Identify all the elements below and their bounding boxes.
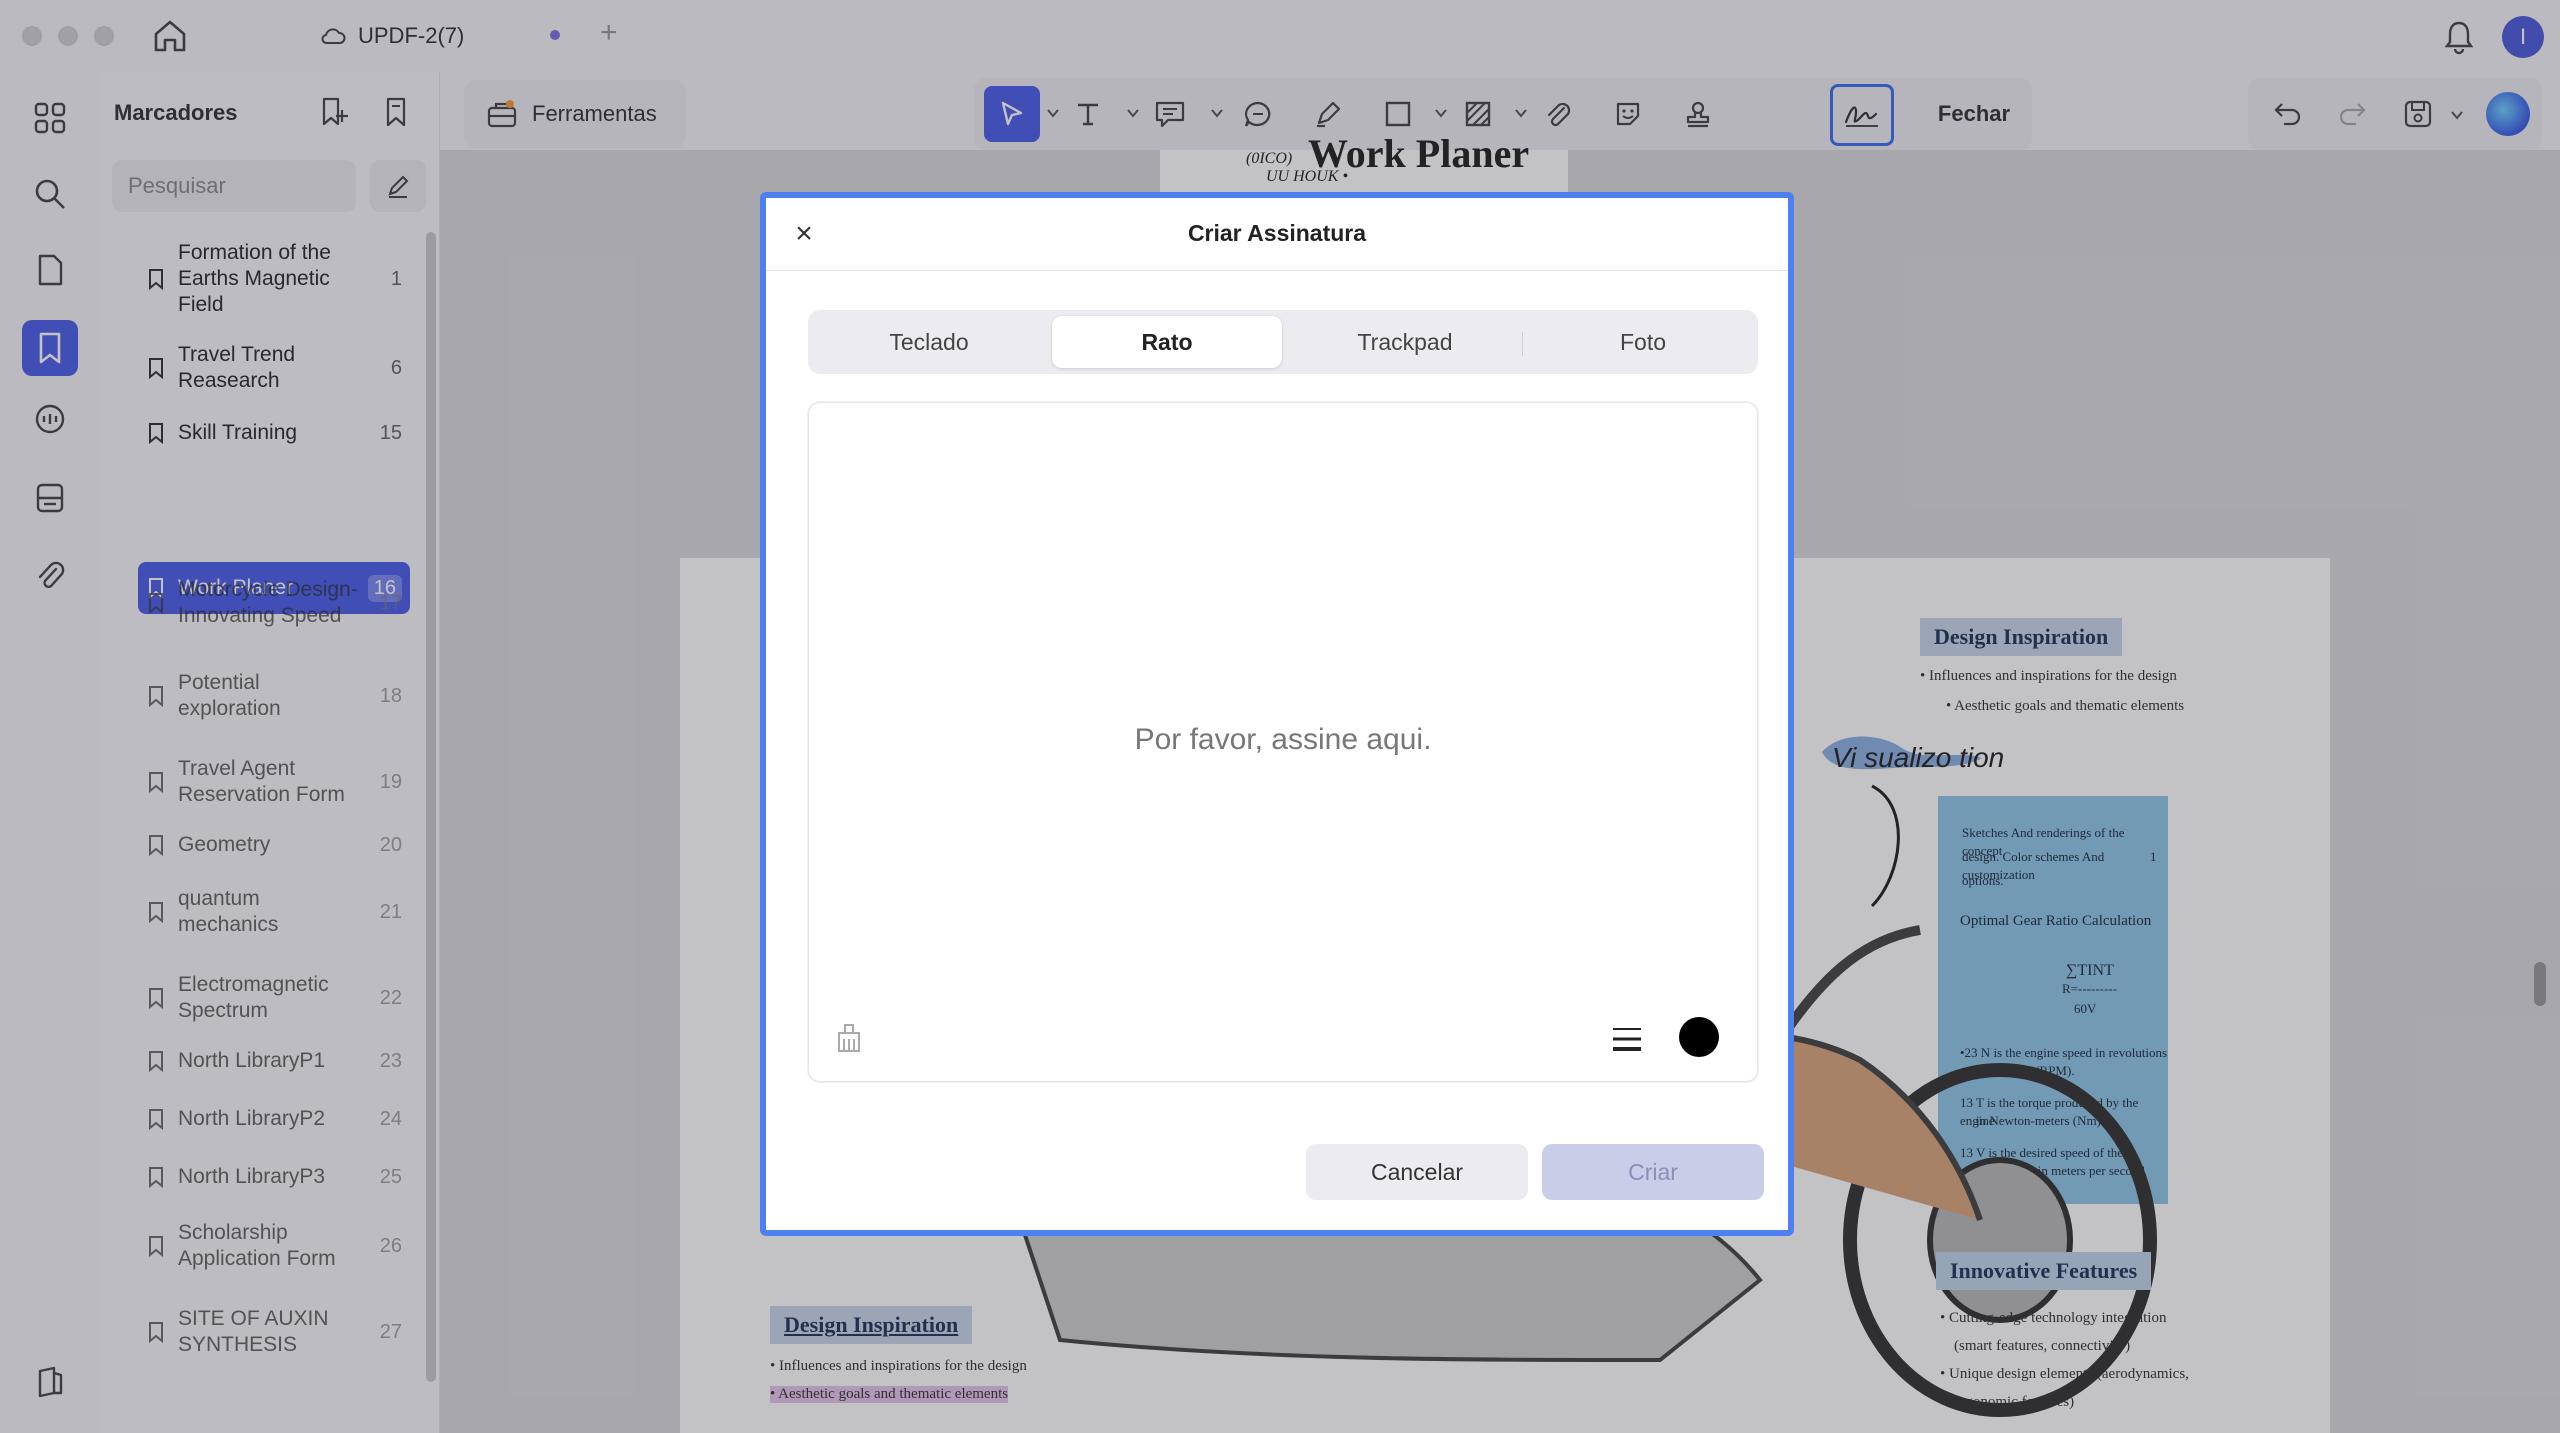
bookmark-item-icon bbox=[149, 772, 163, 793]
bookmark-page: 23 bbox=[379, 1049, 402, 1072]
list-item[interactable]: Motorcycle Design-Innovating Speed 17 bbox=[138, 558, 410, 648]
cancel-button[interactable]: Cancelar bbox=[1306, 1144, 1528, 1200]
bookmark-label: SITE OF AUXIN SYNTHESIS bbox=[178, 1307, 329, 1356]
bookmark-label: North LibraryP1 bbox=[178, 1049, 326, 1072]
bookmark-item-icon bbox=[149, 1167, 163, 1188]
list-item[interactable]: SITE OF AUXIN SYNTHESIS 27 bbox=[138, 1302, 410, 1362]
bookmark-page: 17 bbox=[379, 591, 402, 614]
bookmark-page: 24 bbox=[379, 1107, 402, 1130]
stroke-width-icon[interactable] bbox=[1609, 1021, 1645, 1057]
bookmark-label: Potential exploration bbox=[178, 671, 281, 720]
bookmark-label: North LibraryP3 bbox=[178, 1165, 326, 1188]
list-item[interactable]: Scholarship Application Form 26 bbox=[138, 1216, 410, 1276]
bookmark-label: quantum mechanics bbox=[178, 887, 279, 936]
tab-photo[interactable]: Foto bbox=[1528, 316, 1758, 368]
create-signature-dialog: × Criar Assinatura Teclado Rato Trackpad… bbox=[760, 192, 1794, 1236]
list-item[interactable]: Geometry 20 bbox=[138, 824, 410, 866]
bookmark-page: 20 bbox=[379, 833, 402, 856]
bookmark-page: 18 bbox=[379, 684, 402, 707]
list-item[interactable]: North LibraryP3 25 bbox=[138, 1156, 410, 1198]
bookmark-label: Motorcycle Design-Innovating Speed bbox=[178, 578, 358, 627]
bookmark-page: 19 bbox=[379, 770, 402, 793]
ink-color-swatch[interactable] bbox=[1679, 1017, 1719, 1057]
signature-drawing-area[interactable]: Por favor, assine aqui. bbox=[808, 402, 1758, 1082]
eraser-icon[interactable] bbox=[829, 1017, 869, 1057]
bookmark-item-icon bbox=[149, 1236, 163, 1257]
divider bbox=[1522, 332, 1523, 356]
bookmark-page: 22 bbox=[379, 986, 402, 1009]
list-item[interactable]: Travel Agent Reservation Form 19 bbox=[138, 752, 410, 812]
bookmark-page: 26 bbox=[379, 1234, 402, 1257]
bookmark-item-icon bbox=[149, 1051, 163, 1072]
bookmark-label: Electromagnetic Spectrum bbox=[178, 973, 329, 1022]
divider bbox=[766, 270, 1788, 271]
bookmark-page: 21 bbox=[379, 900, 402, 923]
tab-keyboard[interactable]: Teclado bbox=[814, 316, 1044, 368]
bookmark-label: North LibraryP2 bbox=[178, 1107, 326, 1130]
bookmark-page: 25 bbox=[379, 1165, 402, 1188]
bookmark-item-icon bbox=[149, 1109, 163, 1130]
list-item[interactable]: Potential exploration 18 bbox=[138, 666, 410, 726]
bookmark-item-icon bbox=[149, 902, 163, 923]
bookmark-label: Scholarship Application Form bbox=[178, 1221, 336, 1270]
list-item[interactable]: Electromagnetic Spectrum 22 bbox=[138, 968, 410, 1028]
bookmark-item-icon bbox=[149, 988, 163, 1009]
bookmark-item-icon bbox=[149, 835, 163, 856]
tab-mouse[interactable]: Rato bbox=[1052, 316, 1282, 368]
list-item[interactable]: North LibraryP2 24 bbox=[138, 1098, 410, 1140]
bookmark-label: Geometry bbox=[178, 833, 271, 856]
dialog-title: Criar Assinatura bbox=[1187, 220, 1367, 246]
bookmark-page: 27 bbox=[379, 1320, 402, 1343]
list-item[interactable]: quantum mechanics 21 bbox=[138, 882, 410, 942]
signature-placeholder: Por favor, assine aqui. bbox=[1134, 723, 1432, 756]
bookmark-label: Travel Agent Reservation Form bbox=[178, 757, 345, 806]
list-item[interactable]: North LibraryP1 23 bbox=[138, 1040, 410, 1082]
create-button[interactable]: Criar bbox=[1542, 1144, 1764, 1200]
bookmark-item-icon bbox=[149, 593, 163, 614]
tab-trackpad[interactable]: Trackpad bbox=[1290, 316, 1520, 368]
bookmark-item-icon bbox=[149, 1322, 163, 1343]
signature-input-tabs: Teclado Rato Trackpad Foto bbox=[808, 310, 1758, 374]
bookmark-item-icon bbox=[149, 686, 163, 707]
